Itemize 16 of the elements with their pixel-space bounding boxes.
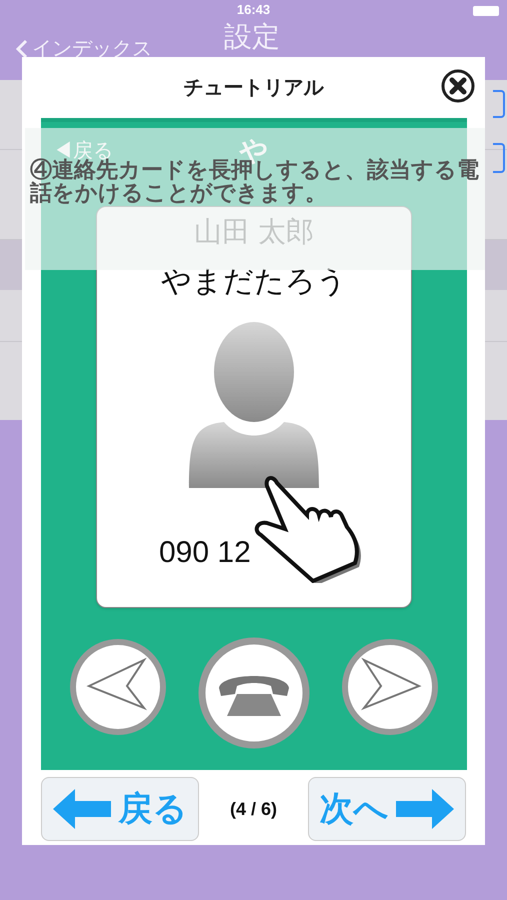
dialog-title: チュートリアル bbox=[184, 76, 324, 100]
battery-icon bbox=[473, 6, 499, 16]
next-button[interactable]: 次へ bbox=[308, 777, 466, 841]
phone-icon[interactable] bbox=[197, 636, 311, 750]
text-field[interactable] bbox=[493, 90, 505, 118]
right-arrow-icon bbox=[394, 789, 454, 829]
contact-phone-number: 090 12 bbox=[159, 535, 251, 571]
text-field[interactable] bbox=[493, 143, 505, 173]
left-arrow-icon bbox=[52, 789, 112, 829]
screen-title: 設定 bbox=[224, 20, 280, 54]
status-time: 16:43 bbox=[236, 1, 270, 20]
back-chevron-icon[interactable] bbox=[16, 39, 28, 59]
page-indicator: (4 / 6) bbox=[230, 798, 277, 821]
contact-reading: やまだたろう bbox=[161, 264, 347, 300]
close-icon[interactable] bbox=[441, 69, 475, 103]
back-button[interactable]: 戻る bbox=[41, 777, 199, 841]
